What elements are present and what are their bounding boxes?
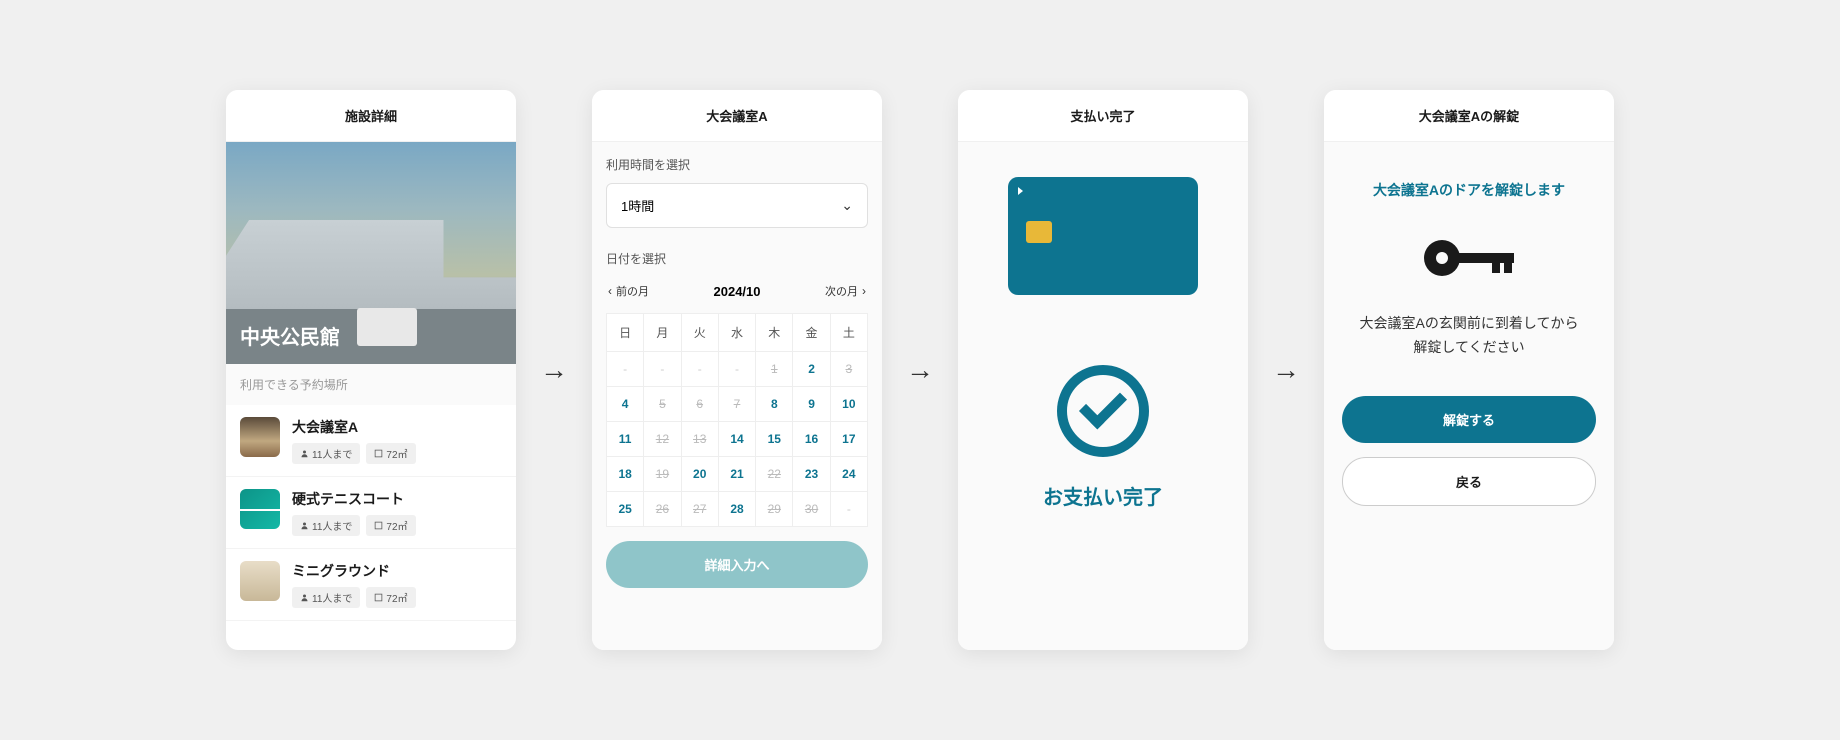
room-list-item[interactable]: ミニグラウンド 11人まで 72㎡	[226, 549, 516, 621]
calendar-day[interactable]: 11	[607, 422, 644, 457]
calendar-day: 1	[756, 352, 793, 387]
person-icon	[300, 521, 309, 530]
duration-select[interactable]: 1時間 ⌄	[606, 183, 868, 228]
calendar-day[interactable]: 18	[607, 457, 644, 492]
screen-payment-complete: 支払い完了 お支払い完了	[958, 90, 1248, 650]
calendar-day: -	[682, 352, 719, 387]
chevron-left-icon: ‹	[608, 284, 612, 298]
calendar-dow: 月	[644, 314, 681, 352]
calendar-dow: 木	[756, 314, 793, 352]
calendar-day[interactable]: 14	[719, 422, 756, 457]
screen-date-select: 大会議室A 利用時間を選択 1時間 ⌄ 日付を選択 ‹前の月 2024/10 次…	[592, 90, 882, 650]
unlock-heading: 大会議室Aのドアを解錠します	[1373, 180, 1565, 200]
calendar-day: 3	[831, 352, 868, 387]
room-thumbnail	[240, 489, 280, 529]
calendar-month-title: 2024/10	[714, 284, 761, 299]
calendar-day[interactable]: 15	[756, 422, 793, 457]
area-icon	[374, 593, 383, 602]
calendar-day[interactable]: 17	[831, 422, 868, 457]
calendar-day: 30	[793, 492, 830, 527]
calendar-day[interactable]: 28	[719, 492, 756, 527]
flow-arrow-icon: →	[1268, 354, 1304, 386]
calendar-day: 13	[682, 422, 719, 457]
calendar-day[interactable]: 21	[719, 457, 756, 492]
calendar-day[interactable]: 20	[682, 457, 719, 492]
capacity-tag: 11人まで	[292, 443, 360, 464]
calendar-day: -	[719, 352, 756, 387]
area-tag: 72㎡	[366, 587, 415, 608]
calendar-day: 27	[682, 492, 719, 527]
calendar-dow: 日	[607, 314, 644, 352]
room-name: 大会議室A	[292, 417, 502, 437]
facility-hero-image: 中央公民館	[226, 142, 516, 364]
page-title: 大会議室Aの解錠	[1324, 90, 1614, 142]
date-label: 日付を選択	[606, 250, 868, 267]
room-name: 硬式テニスコート	[292, 489, 502, 509]
area-icon	[374, 449, 383, 458]
calendar-day: 7	[719, 387, 756, 422]
calendar-day[interactable]: 2	[793, 352, 830, 387]
chevron-right-icon: ›	[862, 284, 866, 298]
calendar-day[interactable]: 16	[793, 422, 830, 457]
chevron-down-icon: ⌄	[841, 197, 853, 214]
area-tag: 72㎡	[366, 443, 415, 464]
calendar-day: 5	[644, 387, 681, 422]
flow-arrow-icon: →	[902, 354, 938, 386]
room-thumbnail	[240, 561, 280, 601]
duration-value: 1時間	[621, 196, 654, 215]
calendar-dow: 土	[831, 314, 868, 352]
calendar-day: -	[607, 352, 644, 387]
unlock-instructions: 大会議室Aの玄関前に到着してから 解錠してください	[1360, 312, 1579, 360]
calendar-day: 19	[644, 457, 681, 492]
page-title: 大会議室A	[592, 90, 882, 142]
calendar-day: -	[644, 352, 681, 387]
calendar-day[interactable]: 10	[831, 387, 868, 422]
room-list-item[interactable]: 硬式テニスコート 11人まで 72㎡	[226, 477, 516, 549]
calendar-dow: 火	[682, 314, 719, 352]
capacity-tag: 11人まで	[292, 515, 360, 536]
unlock-button[interactable]: 解錠する	[1342, 396, 1596, 443]
flow-arrow-icon: →	[536, 354, 572, 386]
calendar-day: 29	[756, 492, 793, 527]
key-icon	[1424, 236, 1514, 280]
calendar-day[interactable]: 23	[793, 457, 830, 492]
duration-label: 利用時間を選択	[606, 156, 868, 173]
back-button[interactable]: 戻る	[1342, 457, 1596, 506]
calendar-day[interactable]: 24	[831, 457, 868, 492]
prev-month-button[interactable]: ‹前の月	[608, 283, 649, 299]
calendar-dow: 水	[719, 314, 756, 352]
person-icon	[300, 449, 309, 458]
page-title: 施設詳細	[226, 90, 516, 142]
credit-card-icon	[1008, 177, 1198, 295]
calendar-dow: 金	[793, 314, 830, 352]
calendar-day[interactable]: 4	[607, 387, 644, 422]
screen-facility-detail: 施設詳細 中央公民館 利用できる予約場所 大会議室A 11人まで 72㎡ 硬式テ…	[226, 90, 516, 650]
screen-unlock: 大会議室Aの解錠 大会議室Aのドアを解錠します 大会議室Aの玄関前に到着してから…	[1324, 90, 1614, 650]
person-icon	[300, 593, 309, 602]
calendar-day[interactable]: 25	[607, 492, 644, 527]
capacity-tag: 11人まで	[292, 587, 360, 608]
success-check-icon	[1057, 365, 1149, 457]
success-message: お支払い完了	[1043, 481, 1163, 510]
calendar-day: -	[831, 492, 868, 527]
next-month-button[interactable]: 次の月›	[825, 283, 866, 299]
calendar-day[interactable]: 9	[793, 387, 830, 422]
calendar-day[interactable]: 8	[756, 387, 793, 422]
calendar-grid: 日月火水木金土----12345678910111213141516171819…	[606, 313, 868, 527]
calendar-day: 6	[682, 387, 719, 422]
rooms-section-label: 利用できる予約場所	[226, 364, 516, 405]
calendar-day: 22	[756, 457, 793, 492]
page-title: 支払い完了	[958, 90, 1248, 142]
room-thumbnail	[240, 417, 280, 457]
area-icon	[374, 521, 383, 530]
calendar-day: 26	[644, 492, 681, 527]
room-list-item[interactable]: 大会議室A 11人まで 72㎡	[226, 405, 516, 477]
area-tag: 72㎡	[366, 515, 415, 536]
facility-name: 中央公民館	[240, 321, 340, 350]
room-name: ミニグラウンド	[292, 561, 502, 581]
calendar-day: 12	[644, 422, 681, 457]
proceed-button[interactable]: 詳細入力へ	[606, 541, 868, 588]
